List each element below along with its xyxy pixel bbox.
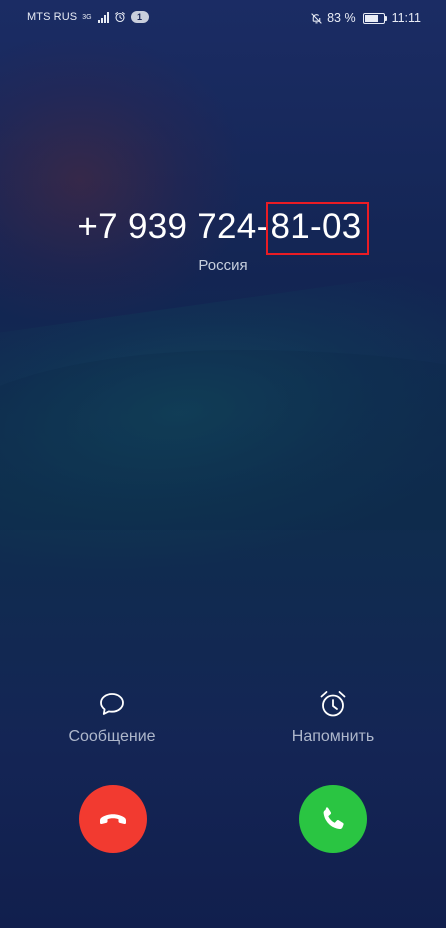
background-curve [0,350,446,530]
notification-badge: 1 [130,11,149,23]
caller-number-prefix: +7 939 724- [77,207,269,246]
clock: 11:11 [391,11,421,25]
phone-hangup-icon [100,814,126,825]
caller-number: +7 939 724-81-03 [77,202,369,255]
speech-bubble-icon [100,693,124,715]
battery-percent: 83 % [327,11,356,25]
network-type: 3G [82,13,92,21]
highlighted-number-suffix: 81-03 [265,202,369,255]
caller-info: +7 939 724-81-03 Россия [0,202,446,274]
message-action[interactable]: Сообщение [37,688,187,746]
accept-call-button[interactable] [299,785,367,853]
decline-call-button[interactable] [79,785,147,853]
message-label: Сообщение [68,728,156,745]
incoming-call-screen: MTS RUS 3G 1 83 % 11:11 +7 939 724-81-03… [0,0,446,928]
background-glow [0,40,240,320]
signal-icon [97,11,109,23]
status-bar: MTS RUS 3G 1 83 % 11:11 [0,0,446,36]
alarm-clock-icon [114,12,125,23]
remind-action[interactable]: Напомнить [258,688,408,746]
status-right: 83 % 11:11 [310,11,421,25]
background-wave [0,262,446,598]
bell-off-icon [311,12,322,24]
carrier-name: MTS RUS [27,11,78,23]
phone-icon [323,807,344,830]
status-left: MTS RUS 3G 1 [27,11,149,23]
remind-label: Напомнить [291,728,375,745]
caller-region: Россия [198,257,248,274]
battery-icon [362,12,387,24]
alarm-clock-icon [320,691,346,717]
battery-fill [364,14,378,22]
